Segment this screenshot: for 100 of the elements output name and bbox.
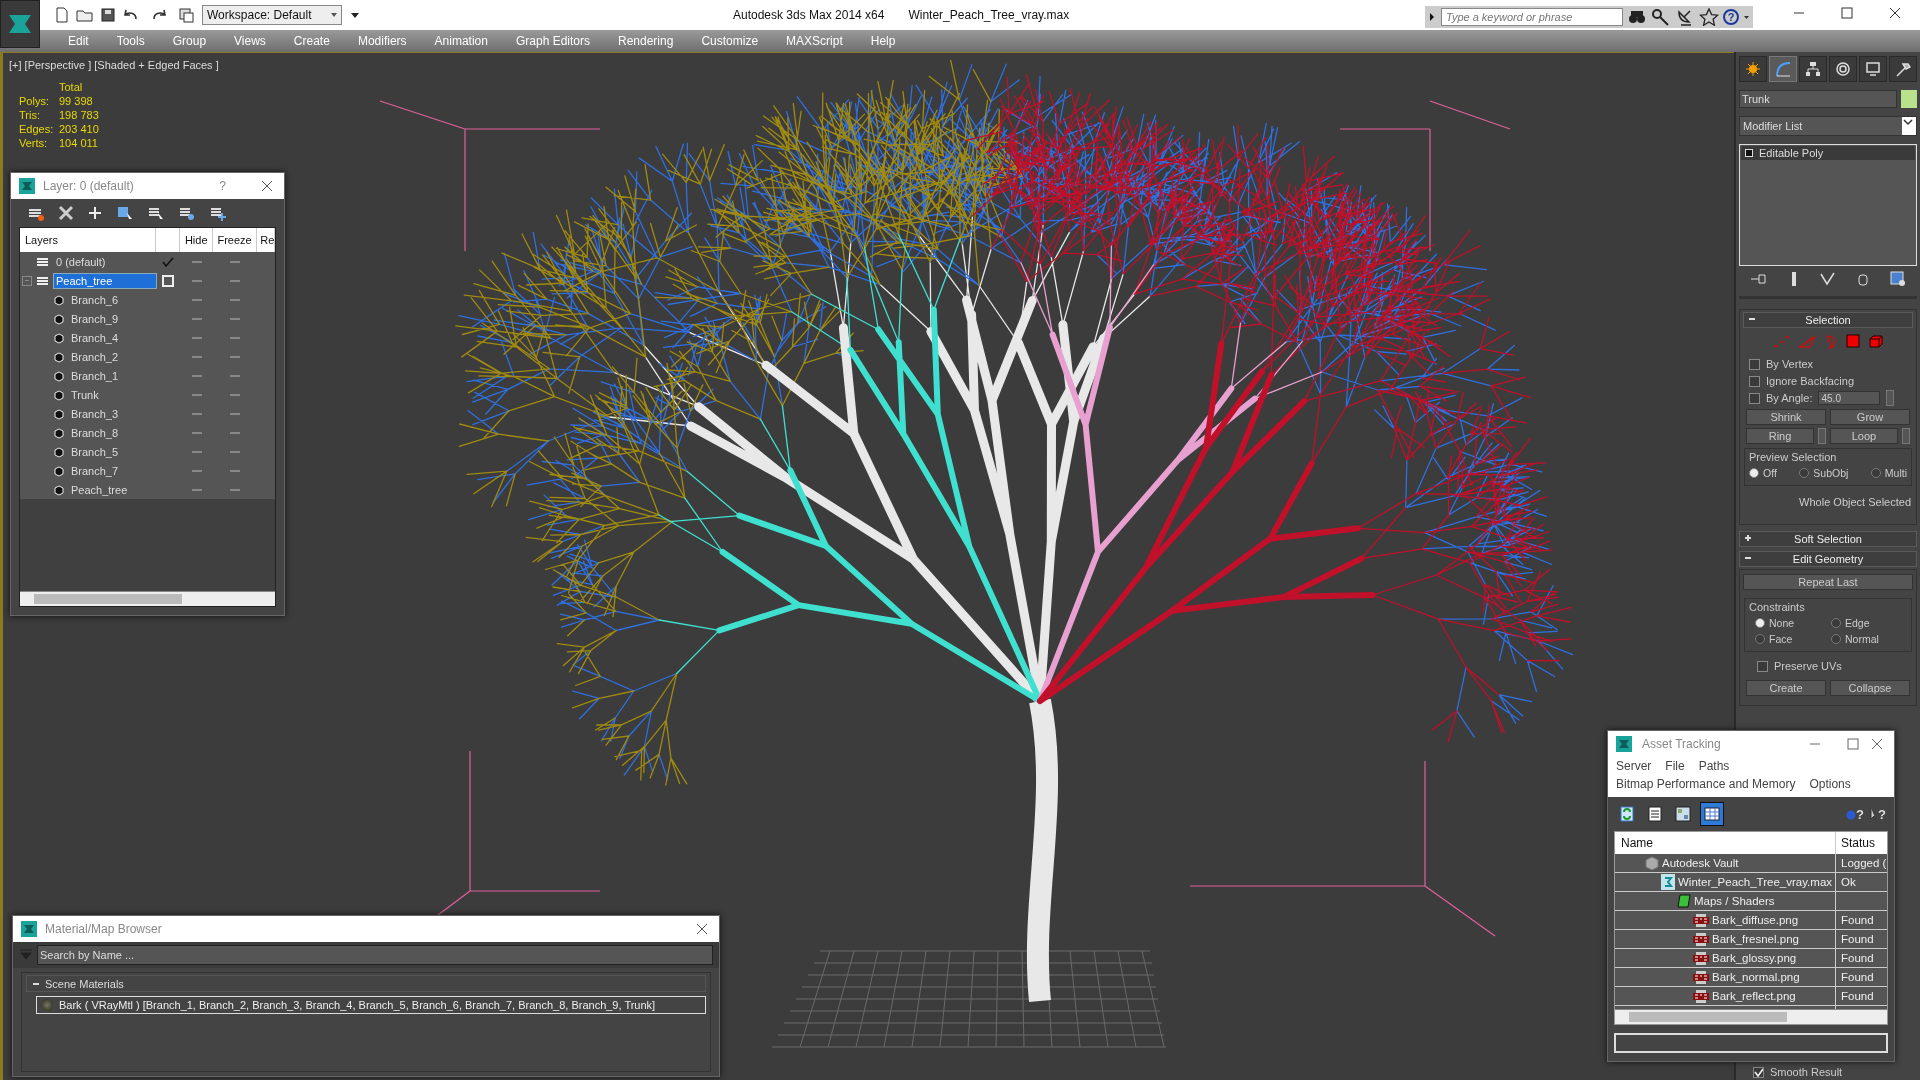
open-folder-icon[interactable] — [76, 7, 94, 23]
checkbox[interactable] — [1749, 375, 1760, 387]
menu-item[interactable]: Edit — [55, 32, 102, 50]
repeat-last-button[interactable]: Repeat Last — [1743, 574, 1913, 590]
freeze-toggle[interactable] — [230, 450, 241, 453]
close-icon[interactable] — [260, 179, 274, 193]
panel-button[interactable]: Shrink — [1746, 409, 1826, 425]
radio-button[interactable]: SubObj — [1799, 467, 1849, 479]
menu-item[interactable]: Rendering — [605, 32, 687, 50]
panel-button[interactable]: Create — [1746, 680, 1826, 696]
column-header[interactable]: Name — [1615, 832, 1836, 854]
panel-button[interactable]: Grow — [1830, 409, 1910, 425]
object-name[interactable]: Branch_9 — [69, 311, 121, 326]
object-name[interactable]: Branch_2 — [69, 349, 121, 364]
path-field[interactable] — [1614, 1032, 1888, 1053]
object-name-field[interactable]: Trunk — [1739, 90, 1897, 108]
horizontal-scrollbar[interactable] — [1615, 1008, 1887, 1024]
freeze-toggle[interactable] — [230, 336, 241, 339]
asset-name[interactable]: Autodesk Vault — [1662, 857, 1739, 869]
hide-toggle[interactable] — [191, 260, 202, 263]
menu-item[interactable]: MAXScript — [773, 32, 856, 50]
horizontal-scrollbar[interactable] — [20, 591, 275, 606]
menu-item[interactable]: Server — [1616, 759, 1652, 773]
online-help-button[interactable]: ? — [1846, 806, 1865, 822]
thumbs-view-button[interactable] — [1672, 803, 1694, 825]
asset-name[interactable]: Bark_fresnel.png — [1712, 933, 1799, 945]
radio-button[interactable]: Edge — [1831, 617, 1907, 629]
select-objects-icon[interactable] — [116, 205, 134, 221]
pin-icon[interactable] — [1749, 272, 1768, 286]
save-icon[interactable] — [100, 7, 116, 23]
freeze-toggle[interactable] — [230, 412, 241, 415]
edge-icon[interactable] — [1798, 334, 1816, 350]
hide-toggle[interactable] — [191, 393, 202, 396]
polygon-icon[interactable] — [1846, 334, 1860, 348]
remove-modifier-icon[interactable] — [1857, 272, 1870, 286]
maximize-icon[interactable] — [1840, 6, 1854, 20]
freeze-toggle[interactable] — [230, 488, 241, 491]
layer-name[interactable]: Peach_tree — [54, 273, 156, 288]
freeze-toggle[interactable] — [230, 279, 241, 282]
configure-sets-icon[interactable] — [1890, 271, 1907, 287]
spinner-arrows[interactable] — [1886, 390, 1895, 406]
display-tab[interactable] — [1859, 56, 1887, 82]
new-file-icon[interactable] — [54, 7, 70, 23]
checkbox[interactable] — [1757, 660, 1768, 672]
object-name[interactable]: Branch_8 — [69, 425, 121, 440]
app-menu-button[interactable] — [0, 0, 40, 48]
checkbox[interactable] — [1749, 392, 1760, 404]
context-help-button[interactable]: ? — [1870, 806, 1886, 822]
menu-item[interactable]: Options — [1809, 777, 1851, 791]
menu-item[interactable]: Views — [221, 32, 279, 50]
angle-field[interactable]: 45.0 — [1818, 391, 1881, 405]
checkbox[interactable] — [1753, 1066, 1764, 1078]
freeze-toggle[interactable] — [230, 298, 241, 301]
column-header[interactable]: Status — [1836, 832, 1887, 854]
workspace-dropdown[interactable]: Workspace: Default — [202, 5, 342, 25]
search-field[interactable]: Type a keyword or phrase — [1441, 8, 1623, 26]
highlight-layer-icon[interactable] — [178, 205, 196, 221]
menu-item[interactable]: Tools — [103, 32, 158, 50]
close-icon[interactable] — [1870, 737, 1884, 751]
utilities-tab[interactable] — [1889, 56, 1917, 82]
close-icon[interactable] — [695, 922, 709, 936]
vertex-icon[interactable] — [1772, 334, 1790, 350]
help-button[interactable]: ? — [219, 179, 226, 193]
create-tab[interactable] — [1739, 56, 1767, 82]
asset-name[interactable]: Maps / Shaders — [1694, 895, 1775, 907]
layer-name[interactable]: 0 (default) — [54, 254, 108, 269]
object-color-swatch[interactable] — [1901, 90, 1917, 108]
menu-item[interactable]: Paths — [1698, 759, 1730, 773]
freeze-toggle[interactable] — [230, 260, 241, 263]
project-folder-icon[interactable] — [178, 7, 196, 23]
hide-toggle[interactable] — [191, 469, 202, 472]
menu-item[interactable]: Modifiers — [344, 32, 420, 50]
asset-name[interactable]: Bark_reflect.png — [1712, 990, 1796, 1002]
radio-button[interactable]: None — [1755, 617, 1831, 629]
panel-button[interactable]: Collapse — [1830, 680, 1910, 696]
asset-name[interactable]: Bark_glossy.png — [1712, 952, 1797, 964]
rollout-header[interactable]: Soft Selection — [1739, 531, 1917, 547]
hide-toggle[interactable] — [191, 412, 202, 415]
checkbox[interactable] — [1749, 358, 1760, 370]
delete-icon[interactable] — [58, 205, 74, 221]
object-name[interactable]: Branch_4 — [69, 330, 121, 345]
add-icon[interactable] — [87, 205, 103, 221]
rollout-header[interactable]: Edit Geometry — [1739, 551, 1917, 567]
maximize-icon[interactable] — [1846, 737, 1860, 751]
search-field[interactable]: Search by Name ... — [37, 945, 713, 965]
menu-item[interactable]: Help — [857, 32, 909, 50]
group-header[interactable]: Scene Materials — [26, 975, 706, 992]
freeze-toggle[interactable] — [230, 355, 241, 358]
star-icon[interactable] — [1699, 8, 1719, 26]
motion-tab[interactable] — [1829, 56, 1857, 82]
hide-toggle[interactable] — [191, 336, 202, 339]
modifier-list-dropdown[interactable]: Modifier List — [1739, 116, 1917, 136]
object-name[interactable]: Branch_5 — [69, 444, 121, 459]
freeze-toggle[interactable] — [230, 469, 241, 472]
menu-item[interactable]: Graph Editors — [502, 32, 603, 50]
object-name[interactable]: Branch_3 — [69, 406, 121, 421]
rollout-header[interactable]: Selection — [1743, 312, 1913, 328]
freeze-toggle[interactable] — [230, 393, 241, 396]
menu-item[interactable]: Group — [159, 32, 220, 50]
make-unique-icon[interactable] — [1819, 272, 1836, 286]
